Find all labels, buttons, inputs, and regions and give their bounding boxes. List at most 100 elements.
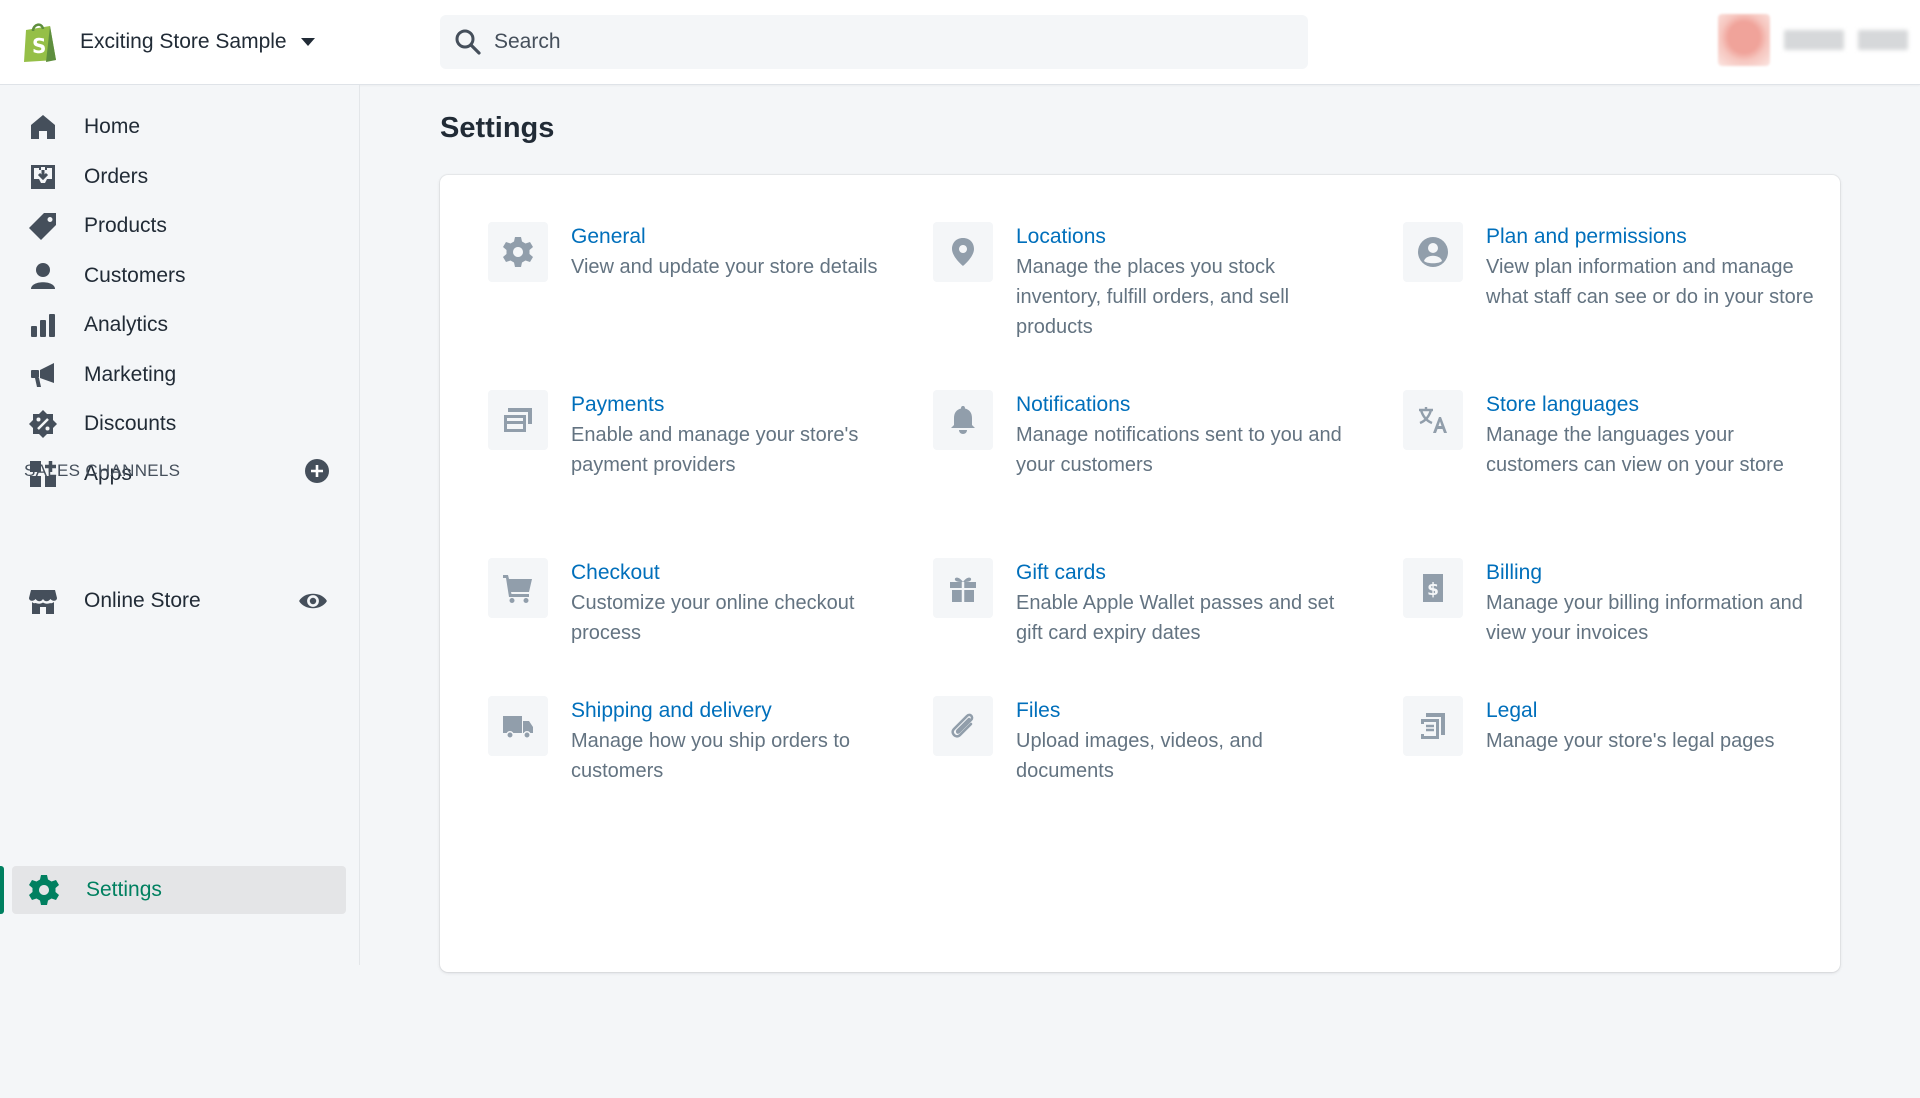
search-icon bbox=[455, 29, 481, 55]
tile-icon-box bbox=[488, 696, 548, 756]
tile-description: View plan information and manage what st… bbox=[1486, 256, 1814, 308]
settings-tile-notifications[interactable]: Notifications Manage notifications sent … bbox=[933, 390, 1346, 480]
settings-tile-checkout[interactable]: Checkout Customize your online checkout … bbox=[488, 558, 901, 648]
tile-description: Manage the languages your customers can … bbox=[1486, 424, 1784, 476]
store-name: Exciting Store Sample bbox=[80, 30, 287, 53]
location-pin-icon bbox=[952, 238, 974, 266]
sales-channels-header: SALES CHANNELS bbox=[24, 456, 330, 486]
tile-icon-box: $ bbox=[1403, 558, 1463, 618]
tile-title[interactable]: Store languages bbox=[1486, 390, 1816, 420]
sidebar-item-label: Products bbox=[84, 214, 167, 237]
sidebar-item-customers[interactable]: Customers bbox=[28, 256, 328, 296]
tile-description: Manage how you ship orders to customers bbox=[571, 730, 851, 782]
bell-icon bbox=[951, 406, 975, 434]
settings-tile-shipping-and-delivery[interactable]: Shipping and delivery Manage how you shi… bbox=[488, 696, 901, 786]
tile-icon-box bbox=[488, 222, 548, 282]
gift-icon bbox=[950, 577, 976, 602]
tile-description: Enable Apple Wallet passes and set gift … bbox=[1016, 592, 1335, 644]
tile-title[interactable]: Notifications bbox=[1016, 390, 1346, 420]
billing-icon: $ bbox=[1423, 574, 1443, 602]
truck-icon bbox=[503, 716, 533, 739]
sales-channels-title: SALES CHANNELS bbox=[24, 461, 181, 480]
caret-down-icon bbox=[300, 38, 315, 46]
sidebar-item-label: Home bbox=[84, 115, 141, 138]
page-title: Settings bbox=[440, 112, 555, 144]
tile-title[interactable]: Plan and permissions bbox=[1486, 222, 1816, 252]
tile-title[interactable]: Legal bbox=[1486, 696, 1816, 726]
sidebar-item-marketing[interactable]: Marketing bbox=[28, 355, 328, 395]
tile-description: Manage your store's legal pages bbox=[1486, 730, 1775, 752]
tile-description: Manage the places you stock inventory, f… bbox=[1016, 256, 1290, 338]
tile-title[interactable]: General bbox=[571, 222, 901, 252]
settings-tile-billing[interactable]: $ Billing Manage your billing informatio… bbox=[1403, 558, 1816, 648]
settings-card: General View and update your store detai… bbox=[440, 175, 1840, 972]
tile-icon-box bbox=[488, 558, 548, 618]
tile-description: View and update your store details bbox=[571, 256, 878, 278]
search-bar bbox=[440, 15, 1308, 69]
tile-description: Manage notifications sent to you and you… bbox=[1016, 424, 1342, 476]
shopify-bag-logo-icon: S bbox=[24, 23, 56, 62]
tile-title[interactable]: Billing bbox=[1486, 558, 1816, 588]
discount-icon bbox=[29, 410, 57, 438]
account-menu[interactable] bbox=[1718, 14, 1908, 66]
gear-icon bbox=[503, 237, 533, 267]
tile-icon-box bbox=[1403, 696, 1463, 756]
tile-icon-box bbox=[933, 222, 993, 282]
top-bar: S Exciting Store Sample bbox=[0, 0, 1920, 85]
paperclip-icon bbox=[951, 713, 974, 738]
sidebar-item-home[interactable]: Home bbox=[28, 107, 328, 147]
tile-title[interactable]: Payments bbox=[571, 390, 901, 420]
tile-icon-box bbox=[933, 390, 993, 450]
settings-tile-general[interactable]: General View and update your store detai… bbox=[488, 222, 901, 282]
legal-icon bbox=[1421, 713, 1445, 739]
tile-description: Manage your billing information and view… bbox=[1486, 592, 1803, 644]
settings-tile-payments[interactable]: Payments Enable and manage your store's … bbox=[488, 390, 901, 480]
settings-tile-plan-and-permissions[interactable]: Plan and permissions View plan informati… bbox=[1403, 222, 1816, 312]
sidebar-item-label: Discounts bbox=[84, 412, 177, 435]
settings-tile-legal[interactable]: Legal Manage your store's legal pages bbox=[1403, 696, 1816, 756]
payments-icon bbox=[504, 408, 532, 432]
settings-tile-locations[interactable]: Locations Manage the places you stock in… bbox=[933, 222, 1346, 342]
tile-title[interactable]: Files bbox=[1016, 696, 1346, 726]
tile-icon-box bbox=[1403, 390, 1463, 450]
sidebar-item-label: Orders bbox=[84, 165, 149, 188]
sidebar-item-label: Settings bbox=[86, 878, 162, 901]
tile-title[interactable]: Checkout bbox=[571, 558, 901, 588]
svg-text:$: $ bbox=[1427, 580, 1439, 600]
tile-description: Upload images, videos, and documents bbox=[1016, 730, 1263, 782]
gear-icon bbox=[29, 875, 59, 905]
tile-title[interactable]: Locations bbox=[1016, 222, 1346, 252]
cart-icon bbox=[503, 575, 532, 603]
svg-text:S: S bbox=[32, 34, 46, 58]
sidebar-item-discounts[interactable]: Discounts bbox=[28, 404, 328, 444]
bar-chart-icon bbox=[31, 314, 55, 337]
search-input[interactable] bbox=[494, 30, 1274, 54]
tile-description: Enable and manage your store's payment p… bbox=[571, 424, 859, 476]
tile-title[interactable]: Gift cards bbox=[1016, 558, 1346, 588]
tile-title[interactable]: Shipping and delivery bbox=[571, 696, 901, 726]
settings-tile-store-languages[interactable]: Store languages Manage the languages you… bbox=[1403, 390, 1816, 480]
settings-tile-gift-cards[interactable]: Gift cards Enable Apple Wallet passes an… bbox=[933, 558, 1346, 648]
tile-icon-box bbox=[933, 558, 993, 618]
person-icon bbox=[31, 263, 55, 289]
settings-tile-files[interactable]: Files Upload images, videos, and documen… bbox=[933, 696, 1346, 786]
tile-icon-box bbox=[488, 390, 548, 450]
store-switcher[interactable]: S Exciting Store Sample bbox=[20, 18, 315, 66]
sidebar-item-orders[interactable]: Orders bbox=[28, 157, 328, 197]
sidebar-item-label: Customers bbox=[84, 264, 186, 287]
add-sales-channel-icon[interactable] bbox=[304, 458, 330, 484]
user-circle-icon bbox=[1418, 237, 1448, 267]
sidebar-item-analytics[interactable]: Analytics bbox=[28, 305, 328, 345]
sidebar-item-online-store[interactable]: Online Store bbox=[28, 581, 328, 621]
redacted-user-name bbox=[1784, 30, 1844, 50]
sidebar-item-settings[interactable]: Settings bbox=[12, 866, 346, 914]
home-icon bbox=[31, 115, 55, 139]
redacted-user-store bbox=[1858, 30, 1908, 50]
tag-icon bbox=[29, 213, 56, 240]
storefront-icon bbox=[29, 590, 57, 614]
eye-icon[interactable] bbox=[298, 586, 328, 616]
orders-icon bbox=[31, 165, 55, 189]
sidebar-item-label: Marketing bbox=[84, 363, 177, 386]
sidebar-item-label: Analytics bbox=[84, 313, 169, 336]
sidebar-item-products[interactable]: Products bbox=[28, 206, 328, 246]
